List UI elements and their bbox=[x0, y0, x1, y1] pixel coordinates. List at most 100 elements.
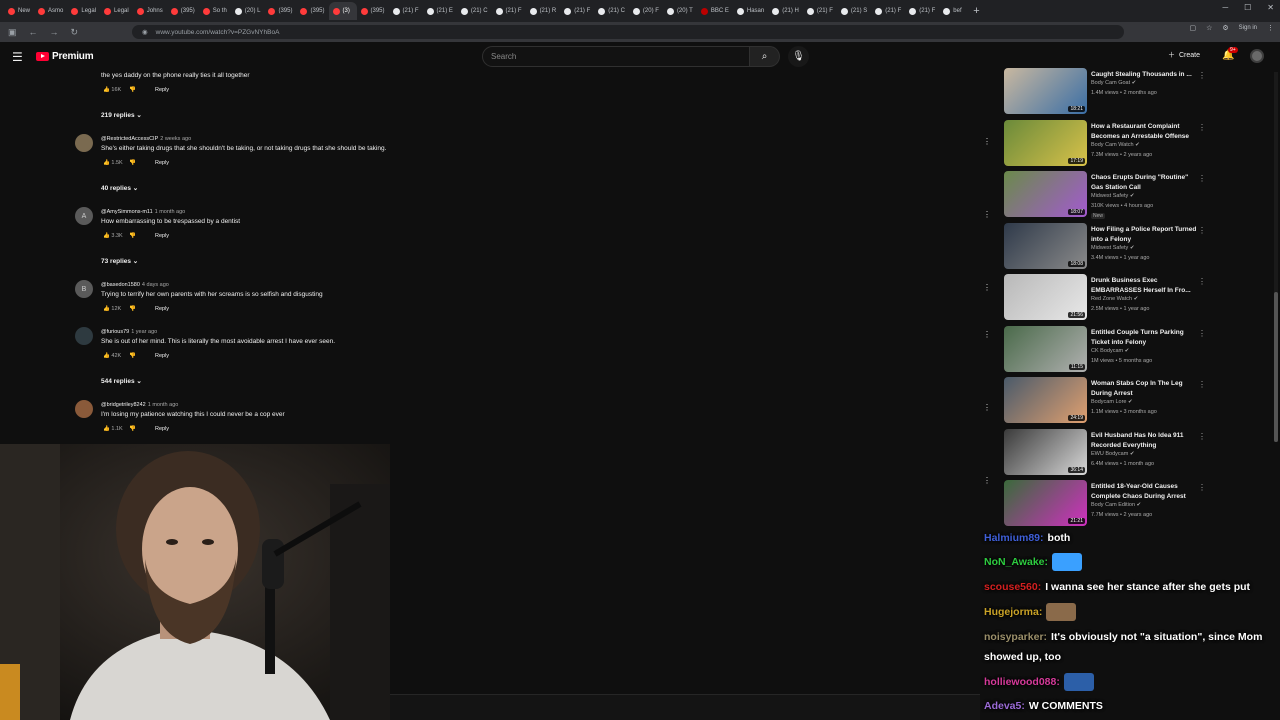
browser-tab[interactable]: (20) L bbox=[231, 2, 265, 20]
video-thumbnail[interactable]: 21:21 bbox=[1004, 480, 1087, 526]
related-video[interactable]: 18:07 Chaos Erupts During "Routine" Gas S… bbox=[1000, 171, 1220, 219]
video-options-icon[interactable]: ⋮ bbox=[1198, 71, 1206, 80]
extensions-icon[interactable]: ⚙ bbox=[1222, 24, 1228, 32]
related-video[interactable]: 11:15 Entitled Couple Turns Parking Ticke… bbox=[1000, 325, 1220, 374]
comment-author[interactable]: @furious79 bbox=[101, 329, 129, 335]
new-tab-button[interactable]: + bbox=[967, 5, 985, 17]
browser-tab[interactable]: Legal bbox=[67, 2, 100, 20]
browser-tab[interactable]: (21) F bbox=[871, 2, 905, 20]
channel-name[interactable]: CK Bodycam ✔ bbox=[1091, 348, 1129, 354]
more-actions-icon[interactable]: ⋮ bbox=[983, 137, 991, 146]
reply-button[interactable]: Reply bbox=[155, 160, 169, 166]
browser-tab[interactable]: So th bbox=[199, 2, 231, 20]
browser-tab[interactable]: (20) F bbox=[629, 2, 663, 20]
dislike-button[interactable]: 👎 bbox=[129, 160, 155, 166]
channel-name[interactable]: Bodycam Lore ✔ bbox=[1091, 399, 1133, 405]
video-title[interactable]: How a Restaurant Complaint Becomes an Ar… bbox=[1091, 122, 1201, 142]
comment-time[interactable]: 1 month ago bbox=[148, 402, 179, 408]
video-thumbnail[interactable]: 36:14 bbox=[1004, 428, 1087, 475]
close-icon[interactable]: ✕ bbox=[1267, 3, 1274, 12]
commenter-avatar[interactable]: B bbox=[75, 280, 93, 298]
browser-tab[interactable]: (21) F bbox=[389, 2, 423, 20]
search-button[interactable]: ⌕ bbox=[750, 46, 780, 67]
site-info-icon[interactable]: ◉ bbox=[142, 28, 148, 36]
video-title[interactable]: How Filing a Police Report Turned into a… bbox=[1091, 225, 1201, 245]
channel-name[interactable]: Midwest Safety ✔ bbox=[1091, 245, 1134, 251]
comment-author[interactable]: @RestrictedAccessCIP bbox=[101, 136, 158, 142]
back-icon[interactable]: ← bbox=[29, 27, 38, 37]
minimize-icon[interactable]: ─ bbox=[1222, 3, 1228, 12]
comment-author[interactable]: @AmySimmons-m11 bbox=[101, 209, 153, 215]
video-thumbnail[interactable]: 24:19 bbox=[1004, 377, 1087, 423]
browser-tab[interactable]: Asmo bbox=[34, 2, 67, 20]
related-video[interactable]: 36:14 Evil Husband Has No Idea 911 Record… bbox=[1000, 428, 1220, 477]
video-thumbnail[interactable]: 21:56 bbox=[1004, 274, 1087, 320]
video-options-icon[interactable]: ⋮ bbox=[1198, 174, 1206, 183]
commenter-avatar[interactable]: A bbox=[75, 207, 93, 225]
browser-tab[interactable]: (395) bbox=[167, 2, 199, 20]
commenter-avatar[interactable] bbox=[75, 327, 93, 345]
video-thumbnail[interactable]: 11:15 bbox=[1004, 325, 1087, 372]
video-options-icon[interactable]: ⋮ bbox=[1198, 483, 1206, 492]
related-video[interactable]: 17:19 How a Restaurant Complaint Becomes … bbox=[1000, 119, 1220, 168]
video-title[interactable]: Caught Stealing Thousands in ... bbox=[1091, 70, 1201, 80]
more-actions-icon[interactable]: ⋮ bbox=[983, 403, 991, 412]
like-button[interactable]: 👍 42K bbox=[103, 353, 129, 359]
comment-time[interactable]: 1 month ago bbox=[155, 209, 186, 215]
page-scrollbar[interactable] bbox=[1274, 72, 1278, 442]
channel-name[interactable]: Red Zone Watch ✔ bbox=[1091, 296, 1138, 302]
commenter-avatar[interactable] bbox=[75, 134, 93, 152]
dislike-button[interactable]: 👎 bbox=[129, 87, 155, 93]
voice-search-button[interactable]: 🎙 bbox=[788, 46, 809, 67]
commenter-avatar[interactable] bbox=[75, 400, 93, 418]
like-button[interactable]: 👍 16K bbox=[103, 87, 129, 93]
like-button[interactable]: 👍 3.3K bbox=[103, 233, 129, 239]
reply-button[interactable]: Reply bbox=[155, 306, 169, 312]
dislike-button[interactable]: 👎 bbox=[129, 306, 155, 312]
video-options-icon[interactable]: ⋮ bbox=[1198, 432, 1206, 441]
like-button[interactable]: 👍 1.5K bbox=[103, 160, 129, 166]
reply-button[interactable]: Reply bbox=[155, 353, 169, 359]
browser-tab[interactable]: (21) S bbox=[837, 2, 871, 20]
browser-tab[interactable]: (21) H bbox=[768, 2, 803, 20]
more-actions-icon[interactable]: ⋮ bbox=[983, 283, 991, 292]
video-options-icon[interactable]: ⋮ bbox=[1198, 123, 1206, 132]
browser-tab[interactable]: (21) F bbox=[492, 2, 526, 20]
forward-icon[interactable]: → bbox=[50, 27, 59, 37]
browser-tab[interactable]: Legal bbox=[100, 2, 133, 20]
replies-toggle[interactable]: 73 replies ⌄ bbox=[101, 257, 138, 265]
channel-name[interactable]: Body Cam Edition ✔ bbox=[1091, 502, 1141, 508]
maximize-icon[interactable]: ☐ bbox=[1244, 3, 1251, 12]
youtube-logo[interactable]: Premium bbox=[36, 51, 94, 62]
video-thumbnail[interactable]: 18:08 bbox=[1004, 222, 1087, 269]
browser-tab[interactable]: (21) C bbox=[457, 2, 492, 20]
screen-icon[interactable]: ▢ bbox=[1189, 24, 1196, 32]
video-options-icon[interactable]: ⋮ bbox=[1198, 226, 1206, 235]
menu-icon[interactable]: ⋮ bbox=[1267, 24, 1274, 32]
video-title[interactable]: Chaos Erupts During "Routine" Gas Statio… bbox=[1091, 173, 1201, 193]
related-video[interactable]: 21:56 Drunk Business Exec EMBARRASSES Her… bbox=[1000, 274, 1220, 322]
video-thumbnail[interactable]: 18:21 bbox=[1004, 68, 1087, 114]
related-video[interactable]: 18:21 Caught Stealing Thousands in ... Bod… bbox=[1000, 68, 1220, 116]
video-title[interactable]: Entitled 18-Year-Old Causes Complete Cha… bbox=[1091, 482, 1201, 502]
reply-button[interactable]: Reply bbox=[155, 233, 169, 239]
browser-tab[interactable]: (395) bbox=[357, 2, 389, 20]
browser-tab[interactable]: Hasan bbox=[733, 2, 768, 20]
channel-name[interactable]: Body Cam Goat ✔ bbox=[1091, 80, 1136, 86]
more-actions-icon[interactable]: ⋮ bbox=[983, 476, 991, 485]
star-icon[interactable]: ☆ bbox=[1206, 24, 1212, 32]
browser-tab[interactable]: (20) T bbox=[663, 2, 697, 20]
reload-icon[interactable]: ↻ bbox=[71, 27, 79, 38]
comment-time[interactable]: 4 days ago bbox=[142, 282, 169, 288]
browser-tab[interactable]: BBC E bbox=[697, 2, 733, 20]
guide-menu-icon[interactable]: ☰ bbox=[12, 50, 23, 64]
replies-toggle[interactable]: 219 replies ⌄ bbox=[101, 111, 142, 119]
browser-tab[interactable]: (21) F bbox=[905, 2, 939, 20]
browser-tab[interactable]: (21) C bbox=[594, 2, 629, 20]
related-video[interactable]: 24:19 Woman Stabs Cop In The Leg During A… bbox=[1000, 377, 1220, 425]
browser-tab[interactable]: bef bbox=[939, 2, 967, 20]
more-actions-icon[interactable]: ⋮ bbox=[983, 210, 991, 219]
browser-tab[interactable]: (21) R bbox=[526, 2, 561, 20]
notifications-button[interactable]: 🔔 9+ bbox=[1222, 47, 1238, 61]
video-options-icon[interactable]: ⋮ bbox=[1198, 329, 1206, 338]
